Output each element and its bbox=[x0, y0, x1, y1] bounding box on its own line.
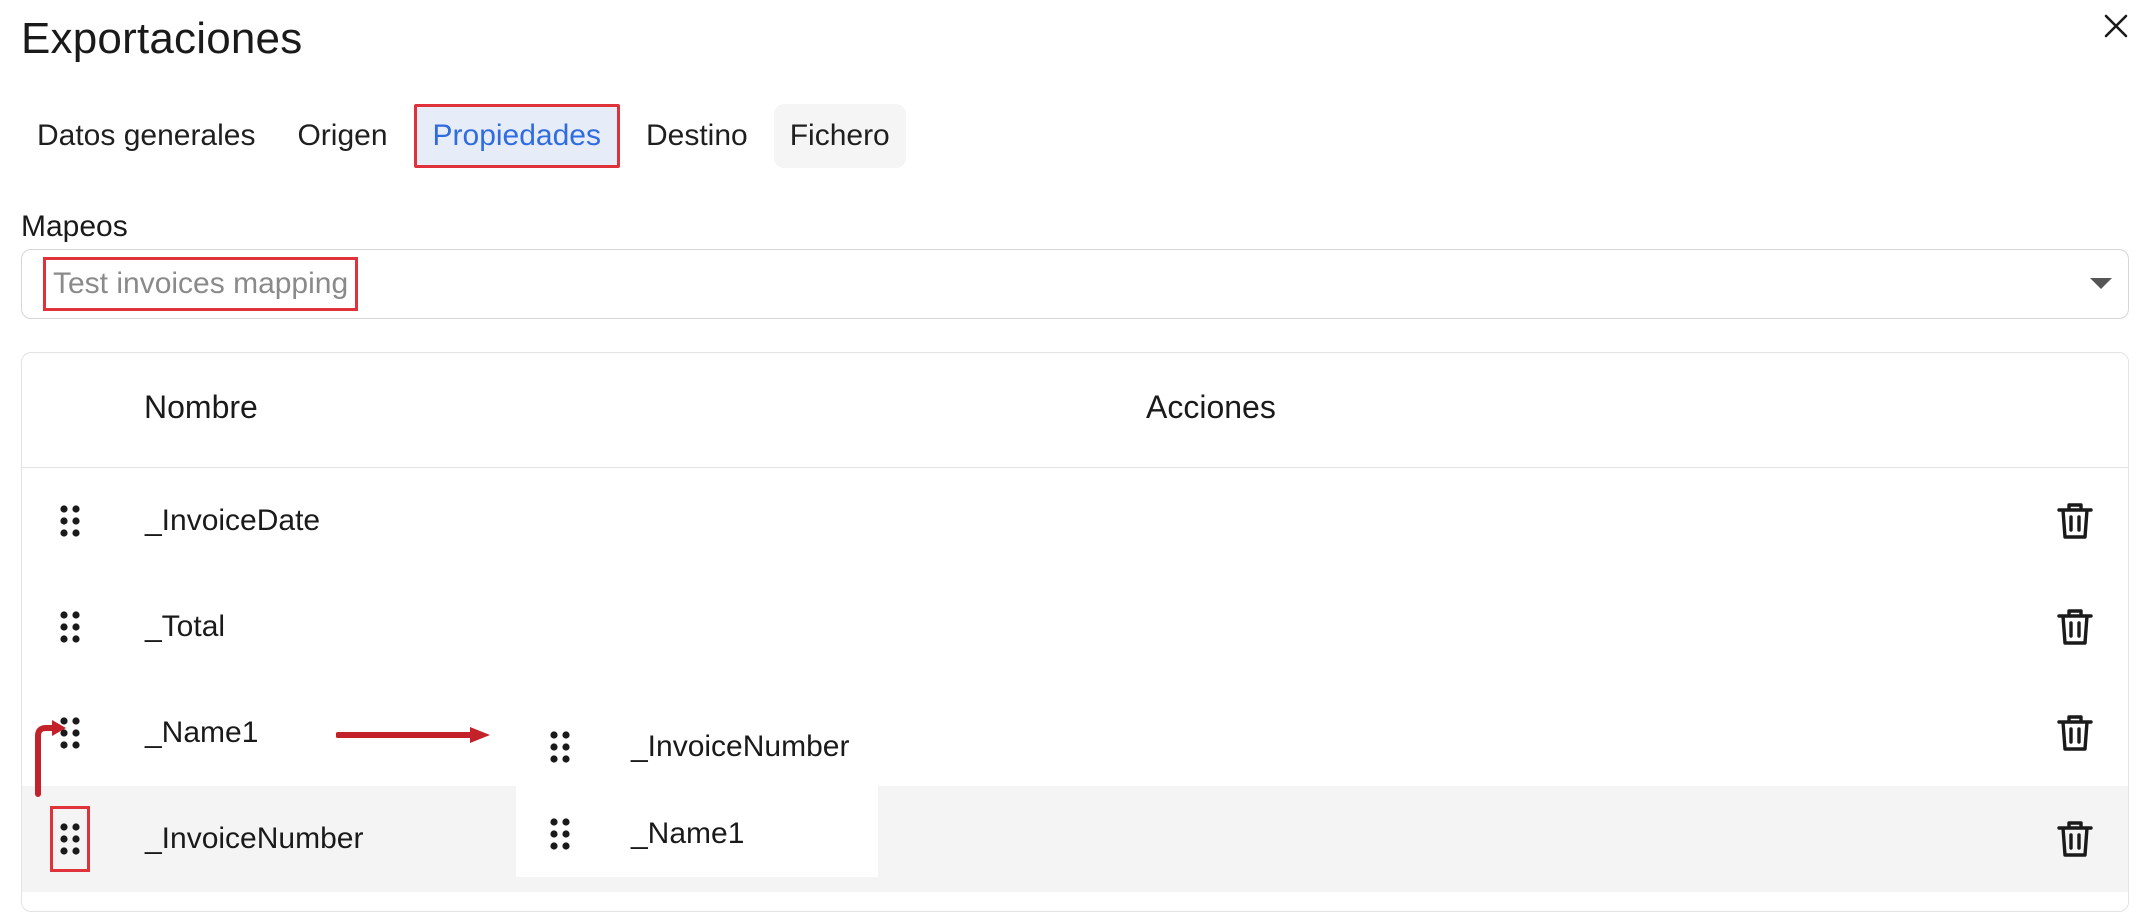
row-name: _InvoiceNumber bbox=[145, 822, 364, 855]
mapeos-label: Mapeos bbox=[21, 210, 128, 243]
column-header-acciones: Acciones bbox=[1146, 389, 1276, 425]
trash-icon[interactable] bbox=[2057, 820, 2093, 858]
chevron-down-icon bbox=[2090, 278, 2112, 289]
properties-table: Nombre Acciones _InvoiceDate _Total _Nam… bbox=[21, 352, 2129, 912]
trash-icon[interactable] bbox=[2057, 714, 2093, 752]
drag-preview: _InvoiceNumber _Name1 bbox=[516, 704, 878, 877]
table-row: _Name1 bbox=[22, 680, 2128, 786]
tab-datos-generales[interactable]: Datos generales bbox=[21, 104, 271, 168]
tab-fichero[interactable]: Fichero bbox=[773, 104, 906, 168]
row-name: _Name1 bbox=[145, 716, 259, 749]
close-button[interactable] bbox=[2096, 6, 2136, 46]
mapeos-selected-value: Test invoices mapping bbox=[43, 257, 359, 311]
close-icon bbox=[2104, 14, 2128, 38]
drag-handle-icon[interactable] bbox=[60, 505, 80, 537]
tab-destino[interactable]: Destino bbox=[630, 104, 764, 168]
table-row: _Total bbox=[22, 574, 2128, 680]
row-name: _InvoiceDate bbox=[145, 504, 321, 537]
tab-origen[interactable]: Origen bbox=[281, 104, 403, 168]
drag-handle-icon bbox=[550, 731, 570, 763]
row-name: _Total bbox=[145, 610, 226, 643]
drag-handle-icon[interactable] bbox=[60, 823, 80, 855]
drag-preview-item: _Name1 bbox=[516, 791, 878, 877]
drag-handle-icon[interactable] bbox=[60, 717, 80, 749]
trash-icon[interactable] bbox=[2057, 502, 2093, 540]
table-row: _InvoiceDate bbox=[22, 468, 2128, 574]
tab-bar: Datos generales Origen Propiedades Desti… bbox=[21, 104, 906, 168]
drag-handle-icon[interactable] bbox=[60, 611, 80, 643]
trash-icon[interactable] bbox=[2057, 608, 2093, 646]
drag-preview-label: _Name1 bbox=[631, 817, 745, 850]
drag-handle-icon bbox=[550, 818, 570, 850]
table-row: _InvoiceNumber bbox=[22, 786, 2128, 892]
mapeos-select[interactable]: Test invoices mapping bbox=[21, 249, 2129, 319]
column-header-nombre: Nombre bbox=[144, 389, 258, 425]
dialog-title: Exportaciones bbox=[21, 14, 303, 63]
drag-preview-label: _InvoiceNumber bbox=[631, 730, 850, 763]
tab-propiedades[interactable]: Propiedades bbox=[413, 104, 620, 168]
drag-preview-item: _InvoiceNumber bbox=[516, 704, 878, 790]
table-header: Nombre Acciones bbox=[22, 353, 2128, 468]
